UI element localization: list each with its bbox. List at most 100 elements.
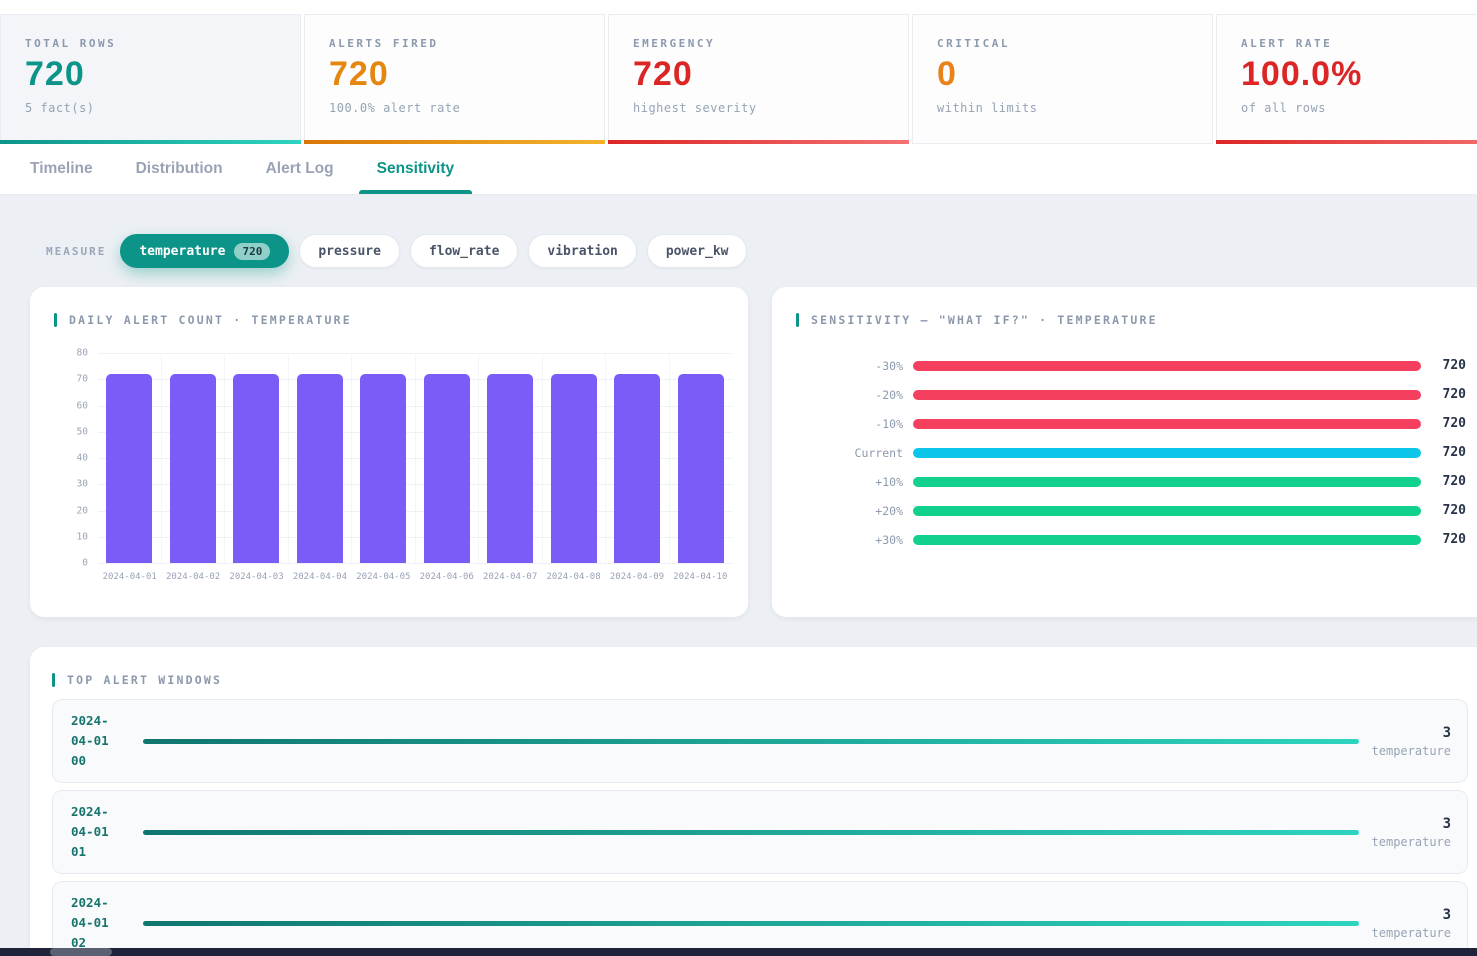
sensitivity-row: +20% 720 — [796, 496, 1466, 525]
x-tick-label: 2024-04-01 — [98, 572, 161, 582]
window-measure: temperature — [1369, 926, 1451, 940]
y-tick-label: 20 — [77, 505, 88, 516]
scenario-value: 720 — [1421, 503, 1466, 518]
horizontal-scrollbar[interactable] — [0, 948, 1477, 956]
bar-slot — [542, 353, 606, 563]
daily-bar-2024-04-05 — [360, 374, 406, 563]
scenario-value: 720 — [1421, 445, 1466, 460]
main-content: MEASURE temperature 720 pressure flow_ra… — [0, 195, 1477, 956]
title-accent-bar — [52, 673, 55, 687]
bar-slots — [98, 353, 732, 563]
daily-bar-2024-04-02 — [170, 374, 216, 563]
scenario-label: Current — [796, 446, 903, 460]
bar-slot — [161, 353, 225, 563]
scenario-bar — [913, 448, 1421, 458]
stat-subtext: within limits — [937, 101, 1188, 115]
daily-alert-count-panel: DAILY ALERT COUNT · TEMPERATURE 80706050… — [30, 287, 748, 617]
bar-slot — [669, 353, 733, 563]
y-tick-label: 40 — [77, 453, 88, 464]
sensitivity-row: -10% 720 — [796, 409, 1466, 438]
chip-label: temperature — [139, 244, 225, 259]
stat-subtext: highest severity — [633, 101, 884, 115]
tab-sensitivity[interactable]: Sensitivity — [377, 144, 455, 194]
alert-window-row: 2024- 04-01 00 3 temperature — [52, 699, 1468, 783]
chip-count-badge: 720 — [234, 243, 270, 260]
panel-title: SENSITIVITY — "WHAT IF?" · TEMPERATURE — [796, 313, 1466, 327]
scenario-value: 720 — [1421, 387, 1466, 402]
stat-accent-bar — [304, 140, 605, 144]
tab-timeline[interactable]: Timeline — [30, 144, 93, 194]
sensitivity-panel: SENSITIVITY — "WHAT IF?" · TEMPERATURE -… — [772, 287, 1477, 617]
scenario-label: +30% — [796, 533, 903, 547]
daily-bar-2024-04-07 — [487, 374, 533, 563]
stat-accent-bar — [1216, 140, 1477, 144]
scenario-bar — [913, 361, 1421, 371]
x-tick-label: 2024-04-07 — [478, 572, 541, 582]
x-tick-label: 2024-04-09 — [605, 572, 668, 582]
panel-title: TOP ALERT WINDOWS — [52, 673, 1468, 687]
top-alert-windows-panel: TOP ALERT WINDOWS 2024- 04-01 00 3 tempe… — [30, 647, 1477, 956]
tab-alert-log[interactable]: Alert Log — [266, 144, 334, 194]
window-bar — [143, 739, 1359, 744]
daily-bar-2024-04-06 — [424, 374, 470, 563]
measure-chip-power_kw[interactable]: power_kw — [647, 234, 748, 268]
daily-bar-chart: 80706050403020100 — [54, 353, 732, 563]
y-tick-label: 30 — [77, 479, 88, 490]
x-tick-label: 2024-04-05 — [352, 572, 415, 582]
header-section: TOTAL ROWS 720 5 fact(s) ALERTS FIRED 72… — [0, 0, 1477, 195]
window-measure: temperature — [1369, 835, 1451, 849]
scenario-label: +20% — [796, 504, 903, 518]
alert-window-rows: 2024- 04-01 00 3 temperature 2024- 04-01… — [52, 699, 1468, 956]
x-axis-labels: 2024-04-012024-04-022024-04-032024-04-04… — [98, 572, 732, 582]
stat-card: EMERGENCY 720 highest severity — [608, 14, 909, 144]
measure-chip-temperature[interactable]: temperature 720 — [120, 234, 289, 268]
chip-label: vibration — [547, 244, 617, 259]
daily-panel-title: DAILY ALERT COUNT · TEMPERATURE — [69, 313, 352, 327]
bar-slot — [351, 353, 415, 563]
stat-label: TOTAL ROWS — [25, 37, 276, 50]
stat-value: 720 — [329, 55, 580, 94]
stat-label: ALERT RATE — [1241, 37, 1477, 50]
y-axis: 80706050403020100 — [54, 353, 98, 563]
panel-title: DAILY ALERT COUNT · TEMPERATURE — [54, 313, 732, 327]
sensitivity-panel-title: SENSITIVITY — "WHAT IF?" · TEMPERATURE — [811, 313, 1158, 327]
stat-value: 0 — [937, 55, 1188, 94]
daily-bar-2024-04-08 — [551, 374, 597, 563]
tab-distribution[interactable]: Distribution — [136, 144, 223, 194]
stat-card: ALERT RATE 100.0% of all rows — [1216, 14, 1477, 144]
measure-chip-flow_rate[interactable]: flow_rate — [410, 234, 518, 268]
x-tick-label: 2024-04-10 — [669, 572, 732, 582]
daily-bar-2024-04-01 — [106, 374, 152, 563]
y-tick-label: 0 — [82, 558, 88, 569]
sensitivity-row: -30% 720 — [796, 351, 1466, 380]
chip-label: power_kw — [666, 244, 729, 259]
bar-slot — [288, 353, 352, 563]
measure-chip-pressure[interactable]: pressure — [299, 234, 400, 268]
scenario-bar — [913, 390, 1421, 400]
scenario-label: -30% — [796, 359, 903, 373]
scenario-label: -20% — [796, 388, 903, 402]
y-tick-label: 50 — [77, 426, 88, 437]
chip-label: pressure — [318, 244, 381, 259]
scenario-value: 720 — [1421, 532, 1466, 547]
window-count: 3 — [1369, 725, 1451, 741]
stat-card: ALERTS FIRED 720 100.0% alert rate — [304, 14, 605, 144]
stats-row: TOTAL ROWS 720 5 fact(s) ALERTS FIRED 72… — [0, 0, 1477, 144]
stat-label: ALERTS FIRED — [329, 37, 580, 50]
stat-card: TOTAL ROWS 720 5 fact(s) — [0, 14, 301, 144]
scenario-bar — [913, 535, 1421, 545]
scenario-value: 720 — [1421, 416, 1466, 431]
window-timestamp: 2024- 04-01 02 — [71, 893, 127, 952]
sensitivity-row: +30% 720 — [796, 525, 1466, 554]
scenario-bar — [913, 477, 1421, 487]
measure-label: MEASURE — [46, 245, 106, 258]
plot-area — [98, 353, 732, 563]
measure-chip-vibration[interactable]: vibration — [528, 234, 636, 268]
alert-window-row: 2024- 04-01 02 3 temperature — [52, 881, 1468, 956]
scenario-value: 720 — [1421, 474, 1466, 489]
y-tick-label: 10 — [77, 531, 88, 542]
measure-chips: temperature 720 pressure flow_rate vibra… — [120, 234, 747, 268]
scrollbar-thumb[interactable] — [50, 948, 112, 956]
window-count: 3 — [1369, 816, 1451, 832]
bar-slot — [478, 353, 542, 563]
